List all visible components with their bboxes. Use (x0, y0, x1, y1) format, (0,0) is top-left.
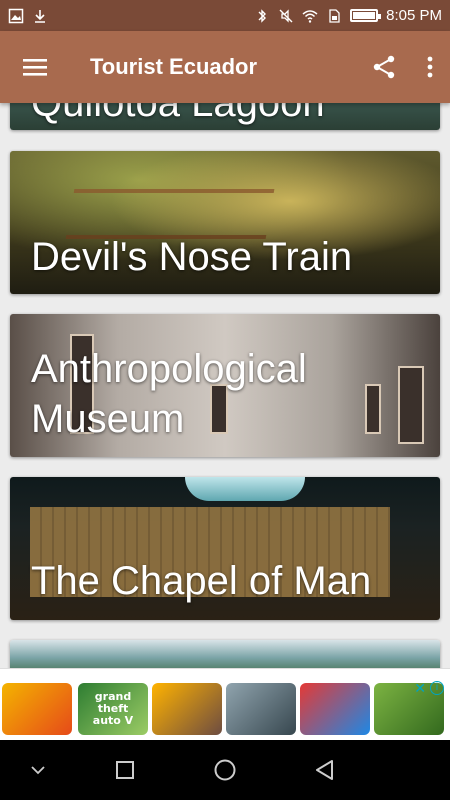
more-vertical-icon[interactable] (410, 31, 450, 103)
system-nav-bar (0, 740, 450, 800)
recents-square-icon[interactable] (95, 740, 155, 800)
back-triangle-icon[interactable] (295, 740, 355, 800)
ad-game-tile[interactable] (226, 683, 296, 735)
card-image (10, 640, 440, 668)
card-title: The Chapel of Man (31, 559, 372, 603)
card-image-detail (185, 477, 305, 501)
destination-card[interactable]: Quilotoa Lagoon (10, 103, 440, 130)
share-icon[interactable] (358, 31, 410, 103)
card-title: Devil's Nose Train (31, 235, 353, 279)
ad-game-tile[interactable]: grand theft auto V (78, 683, 148, 735)
status-bar: 8:05 PM (0, 0, 450, 31)
card-title: Anthropological Museum (31, 347, 307, 441)
wifi-icon (302, 8, 318, 24)
app-title: Tourist Ecuador (90, 54, 258, 79)
ad-game-tile[interactable] (2, 683, 72, 735)
card-image-detail (65, 189, 275, 239)
destination-list[interactable]: Quilotoa Lagoon Devil's Nose Train Anthr… (0, 103, 450, 668)
screen: 8:05 PM Tourist Ecuador Quilotoa Lagoon … (0, 0, 450, 800)
app-bar: Tourist Ecuador (0, 31, 450, 103)
ad-game-tile[interactable] (300, 683, 370, 735)
download-icon (32, 8, 48, 24)
down-chevron-icon[interactable] (8, 740, 68, 800)
destination-card[interactable]: Anthropological Museum (10, 314, 440, 457)
hamburger-menu-icon[interactable] (0, 31, 70, 103)
card-title: Quilotoa Lagoon (31, 103, 325, 125)
bluetooth-icon (254, 8, 270, 24)
sim-icon (326, 8, 342, 24)
battery-level-fill (353, 12, 375, 19)
battery-icon (350, 9, 382, 22)
destination-card[interactable]: Devil's Nose Train (10, 151, 440, 294)
home-circle-icon[interactable] (195, 740, 255, 800)
mute-icon (278, 8, 294, 24)
destination-card[interactable]: The Chapel of Man (10, 477, 440, 620)
status-time: 8:05 PM (386, 7, 442, 24)
ad-close-icon[interactable]: ✕ (414, 680, 426, 697)
ad-banner[interactable]: grand theft auto V ✕ i (0, 668, 450, 740)
destination-card[interactable] (10, 640, 440, 668)
ad-info-icon[interactable]: i (430, 681, 444, 695)
ad-game-tile[interactable] (152, 683, 222, 735)
gallery-icon (8, 8, 24, 24)
